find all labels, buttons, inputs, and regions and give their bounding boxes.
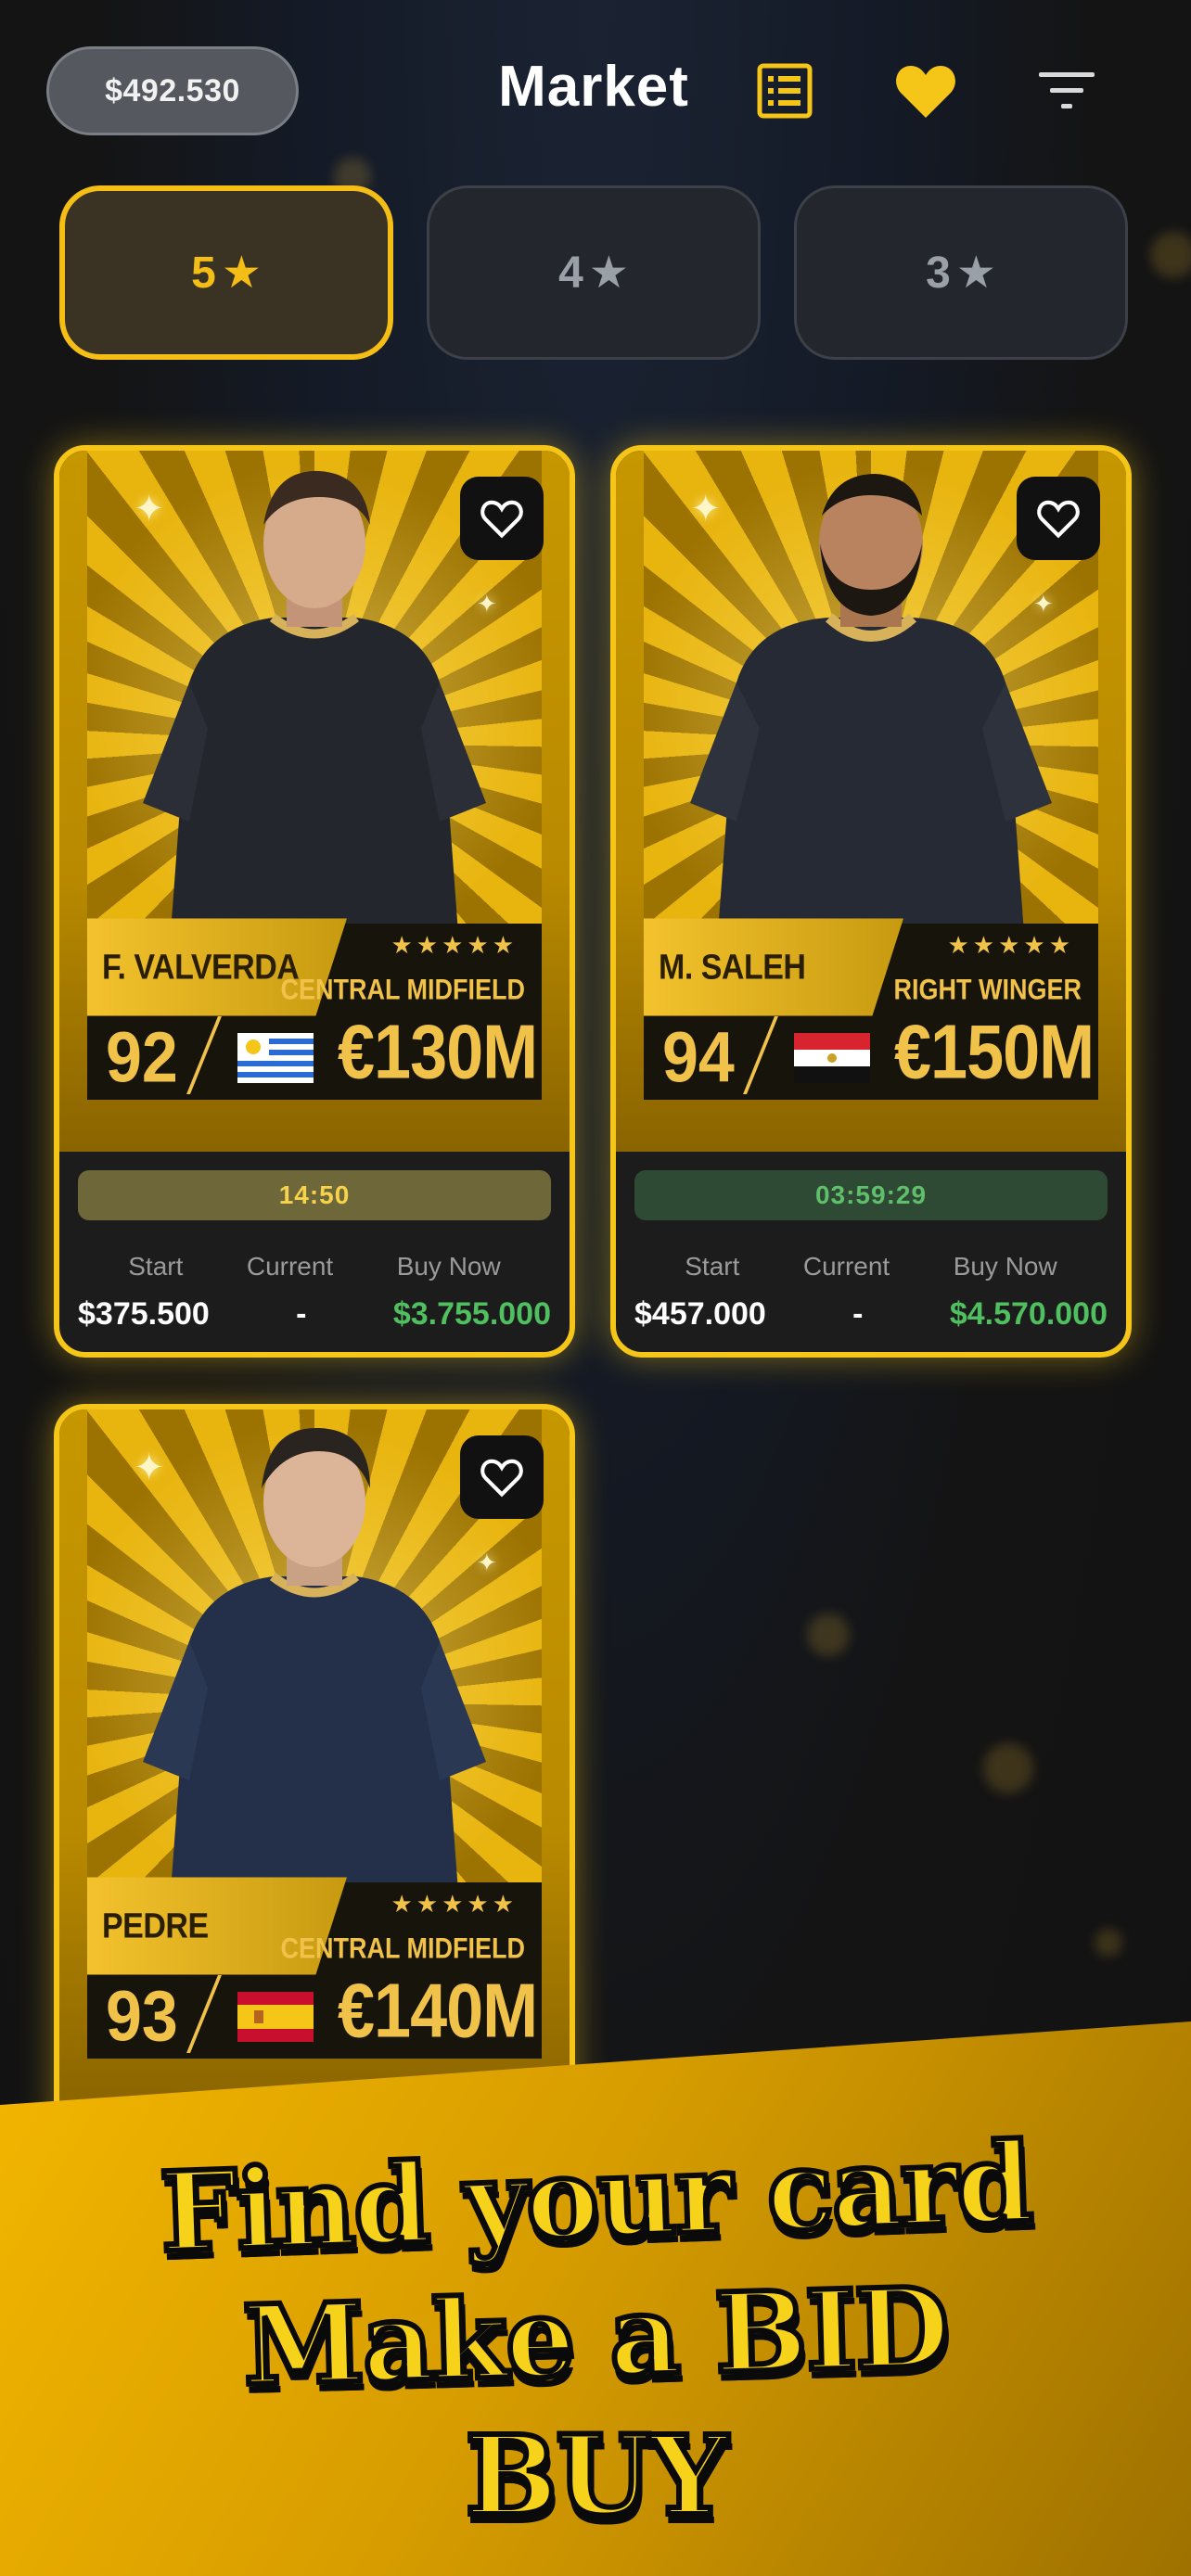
rarity-stars: ★★★★★ bbox=[947, 931, 1074, 959]
divider bbox=[186, 1016, 222, 1094]
bid-values: $457.000 - $4.570.000 bbox=[616, 1296, 1126, 1333]
rarity-stars: ★★★★★ bbox=[391, 1890, 518, 1918]
tab-label: 4 bbox=[558, 248, 583, 298]
divider bbox=[186, 1975, 222, 2053]
bokeh-light bbox=[807, 1613, 850, 1656]
bid-labels: Start Current Buy Now bbox=[616, 1252, 1126, 1282]
favorite-button[interactable] bbox=[460, 477, 544, 560]
player-position: CENTRAL MIDFIELD bbox=[280, 973, 526, 1006]
tab-4-star[interactable]: 4 ★ bbox=[427, 185, 761, 360]
rarity-stars: ★★★★★ bbox=[391, 931, 518, 959]
player-value: €140M bbox=[338, 1969, 538, 2054]
player-rating: 92 bbox=[106, 1017, 178, 1097]
start-price: $375.500 bbox=[78, 1296, 210, 1332]
current-label: Current bbox=[246, 1252, 334, 1281]
current-bid: - bbox=[852, 1296, 864, 1332]
buy-now-label: Buy Now bbox=[953, 1252, 1057, 1281]
auction-timer: 03:59:29 bbox=[634, 1170, 1108, 1220]
promo-headline-3: BUY bbox=[463, 2408, 731, 2543]
favorite-button[interactable] bbox=[460, 1435, 544, 1519]
tab-3-star[interactable]: 3 ★ bbox=[794, 185, 1128, 360]
favorite-button[interactable] bbox=[1017, 477, 1100, 560]
player-card[interactable]: ✦ ✦ F. VALVERDA ★★★★★ CENTRAL MIDFIELD 9… bbox=[54, 445, 575, 1358]
heart-icon bbox=[896, 66, 955, 118]
star-icon: ★ bbox=[588, 249, 629, 298]
list-icon bbox=[757, 63, 813, 119]
card-info-band: M. SALEH ★★★★★ RIGHT WINGER 94 €150M bbox=[644, 918, 1098, 1100]
top-bar: $492.530 Market bbox=[0, 0, 1191, 185]
card-info-band: PEDRE ★★★★★ CENTRAL MIDFIELD 93 €140M bbox=[87, 1877, 542, 2059]
buy-now-price[interactable]: $4.570.000 bbox=[950, 1296, 1108, 1333]
player-position: RIGHT WINGER bbox=[893, 973, 1082, 1006]
player-rating: 94 bbox=[662, 1017, 735, 1097]
tab-label: 5 bbox=[191, 248, 216, 298]
heart-outline-icon bbox=[480, 500, 523, 539]
balance-pill[interactable]: $492.530 bbox=[46, 46, 299, 135]
heart-outline-icon bbox=[1037, 500, 1080, 539]
egypt-flag bbox=[794, 1033, 870, 1083]
bid-values: $375.500 - $3.755.000 bbox=[59, 1296, 570, 1333]
bokeh-light bbox=[1095, 1929, 1122, 1957]
filter-button[interactable] bbox=[1033, 57, 1100, 124]
buy-now-label: Buy Now bbox=[396, 1252, 501, 1281]
bid-labels: Start Current Buy Now bbox=[59, 1252, 570, 1282]
star-icon: ★ bbox=[221, 249, 262, 298]
bokeh-light bbox=[1150, 232, 1191, 278]
uruguay-flag bbox=[237, 1033, 314, 1083]
list-view-button[interactable] bbox=[751, 57, 818, 124]
tab-label: 3 bbox=[926, 248, 951, 298]
start-label: Start bbox=[685, 1252, 740, 1281]
card-info-band: F. VALVERDA ★★★★★ CENTRAL MIDFIELD 92 €1… bbox=[87, 918, 542, 1100]
tab-5-star[interactable]: 5 ★ bbox=[59, 185, 393, 360]
current-bid: - bbox=[296, 1296, 307, 1332]
auction-timer: 14:50 bbox=[78, 1170, 551, 1220]
start-price: $457.000 bbox=[634, 1296, 766, 1332]
heart-outline-icon bbox=[480, 1459, 523, 1498]
filter-icon bbox=[1039, 72, 1095, 108]
player-name: M. SALEH bbox=[644, 918, 903, 1016]
favorites-button[interactable] bbox=[892, 57, 959, 124]
bokeh-light bbox=[983, 1743, 1033, 1793]
buy-now-price[interactable]: $3.755.000 bbox=[393, 1296, 551, 1333]
player-rating: 93 bbox=[106, 1976, 178, 2056]
player-position: CENTRAL MIDFIELD bbox=[280, 1932, 526, 1965]
divider bbox=[743, 1016, 778, 1094]
spain-flag bbox=[237, 1992, 314, 2042]
market-screen: $492.530 Market 5 ★ 4 ★ 3 ★ ✦ ✦ F. VALVE… bbox=[0, 0, 1191, 2576]
player-card[interactable]: ✦ ✦ M. SALEH ★★★★★ RIGHT WINGER 94 €150M… bbox=[610, 445, 1132, 1358]
star-icon: ★ bbox=[955, 249, 996, 298]
current-label: Current bbox=[802, 1252, 890, 1281]
player-value: €150M bbox=[894, 1010, 1095, 1095]
start-label: Start bbox=[128, 1252, 184, 1281]
page-title: Market bbox=[498, 55, 689, 119]
player-card[interactable]: ✦ ✦ PEDRE ★★★★★ CENTRAL MIDFIELD 93 €140… bbox=[54, 1404, 575, 2146]
player-value: €130M bbox=[338, 1010, 538, 1095]
